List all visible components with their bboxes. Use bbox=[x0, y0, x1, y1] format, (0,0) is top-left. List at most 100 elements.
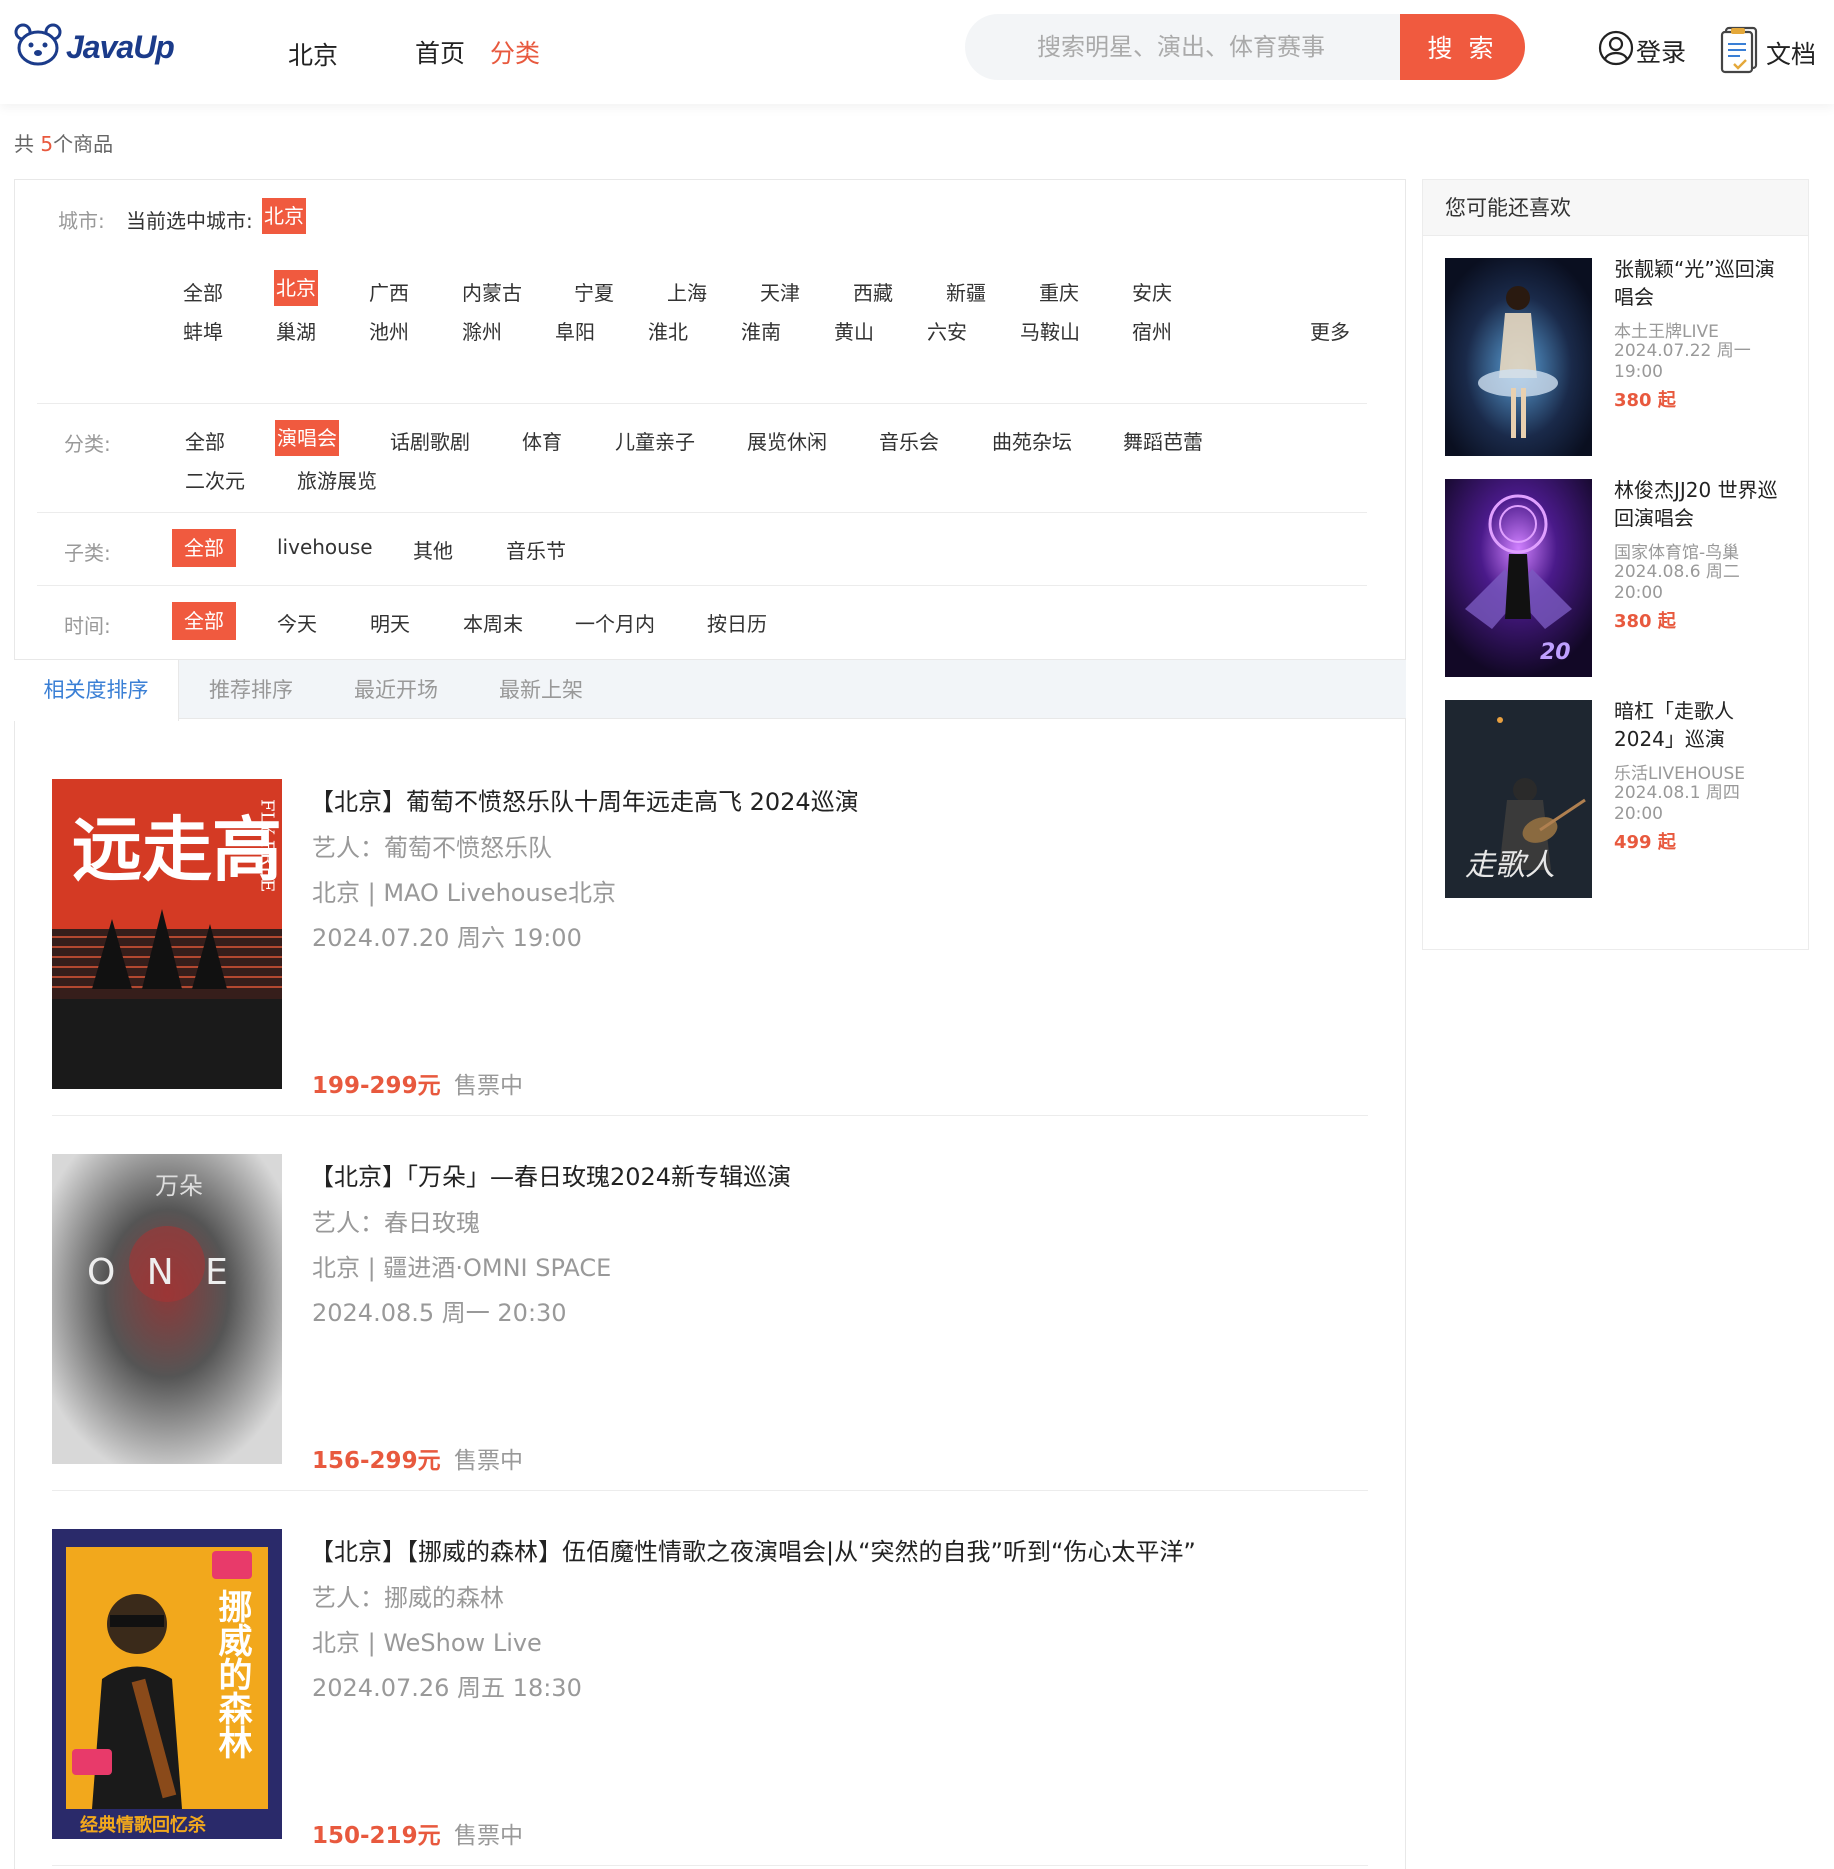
event-venue: 北京 | WeShow Live bbox=[312, 1629, 542, 1657]
poster-title: 挪威的森林 bbox=[212, 1589, 252, 1759]
subcategory-option[interactable]: 其他 bbox=[411, 535, 455, 564]
tab-recommended[interactable]: 推荐排序 bbox=[209, 660, 293, 720]
city-option[interactable]: 六安 bbox=[925, 316, 969, 345]
category-option[interactable]: 舞蹈芭蕾 bbox=[1121, 426, 1205, 455]
search-button[interactable]: 搜 索 bbox=[1400, 14, 1525, 80]
category-option[interactable]: 旅游展览 bbox=[295, 465, 379, 494]
event-date: 2024.08.5 周一 20:30 bbox=[312, 1299, 567, 1327]
poster-side-text: FLY FREE bbox=[257, 799, 278, 892]
tab-upcoming[interactable]: 最近开场 bbox=[354, 660, 438, 720]
city-option[interactable]: 滁州 bbox=[460, 316, 504, 345]
event-poster[interactable]: O N E 万朵 bbox=[52, 1154, 282, 1464]
login-label: 登录 bbox=[1636, 38, 1687, 67]
event-poster[interactable]: 远走高飞 FLY FREE bbox=[52, 779, 282, 1089]
city-option[interactable]: 池州 bbox=[367, 316, 411, 345]
document-icon bbox=[1720, 24, 1764, 82]
time-option-selected[interactable]: 全部 bbox=[172, 602, 236, 640]
event-title[interactable]: 【北京】葡萄不愤怒乐队十周年远走高飞 2024巡演 bbox=[310, 782, 859, 817]
rec-title[interactable]: 林俊杰JJ20 世界巡回演唱会 bbox=[1614, 476, 1794, 532]
event-poster[interactable]: 挪威的森林 经典情歌回忆杀 bbox=[52, 1529, 282, 1839]
city-option[interactable]: 巢湖 bbox=[274, 316, 318, 345]
subcategory-option[interactable]: 音乐节 bbox=[504, 535, 568, 564]
time-option[interactable]: 按日历 bbox=[705, 608, 769, 637]
category-option[interactable]: 二次元 bbox=[183, 465, 247, 494]
event-date: 2024.07.20 周六 19:00 bbox=[312, 924, 582, 952]
city-selector[interactable]: 北京 bbox=[288, 36, 338, 72]
event-venue: 北京 | 疆进酒·OMNI SPACE bbox=[312, 1254, 612, 1282]
recommendation-sidebar: 您可能还喜欢 张靓颖“光”巡回演唱会 本土王牌LIVE 2024.07.22 周… bbox=[1422, 179, 1809, 950]
city-option[interactable]: 阜阳 bbox=[553, 316, 597, 345]
nav-category-link[interactable]: 分类 bbox=[490, 34, 540, 70]
docs-label: 文档 bbox=[1766, 40, 1817, 69]
category-option[interactable]: 儿童亲子 bbox=[613, 426, 697, 455]
rec-poster[interactable] bbox=[1445, 258, 1592, 456]
filter-divider bbox=[37, 512, 1367, 513]
subcategory-option[interactable]: livehouse bbox=[275, 535, 375, 559]
time-option[interactable]: 本周末 bbox=[461, 608, 525, 637]
city-option[interactable]: 黄山 bbox=[832, 316, 876, 345]
item-divider bbox=[52, 1865, 1368, 1866]
bear-logo-icon bbox=[14, 22, 64, 72]
city-option[interactable]: 上海 bbox=[665, 277, 709, 306]
event-artist: 艺人：挪威的森林 bbox=[312, 1584, 504, 1612]
subcategory-filter-label: 子类: bbox=[64, 541, 111, 565]
rec-title[interactable]: 张靓颖“光”巡回演唱会 bbox=[1614, 255, 1794, 311]
category-filter-label: 分类: bbox=[64, 432, 111, 456]
category-option[interactable]: 话剧歌剧 bbox=[388, 426, 472, 455]
event-date: 2024.07.26 周五 18:30 bbox=[312, 1674, 582, 1702]
rec-date: 2024.07.22 周一 19:00 bbox=[1614, 341, 1751, 382]
category-option[interactable]: 曲苑杂坛 bbox=[990, 426, 1074, 455]
city-option[interactable]: 马鞍山 bbox=[1018, 316, 1082, 345]
city-option[interactable]: 广西 bbox=[367, 277, 411, 306]
city-option[interactable]: 重庆 bbox=[1037, 277, 1081, 306]
filter-divider bbox=[37, 585, 1367, 586]
login-link[interactable]: 登录 bbox=[1598, 30, 1686, 72]
event-status: 售票中 bbox=[454, 1823, 523, 1849]
event-title[interactable]: 【北京】「万朵」—春日玫瑰2024新专辑巡演 bbox=[310, 1157, 791, 1192]
top-header: JavaUp 北京 首页 分类 搜 索 登录 bbox=[0, 0, 1834, 104]
rec-title[interactable]: 暗杠「走歌人 2024」巡演 bbox=[1614, 697, 1794, 753]
city-option[interactable]: 安庆 bbox=[1130, 277, 1174, 306]
user-icon bbox=[1598, 30, 1634, 72]
subcategory-option-selected[interactable]: 全部 bbox=[172, 529, 236, 567]
city-option[interactable]: 宿州 bbox=[1130, 316, 1174, 345]
city-filter-label: 城市: bbox=[58, 209, 105, 233]
event-status: 售票中 bbox=[454, 1448, 523, 1474]
more-cities-link[interactable]: 更多 bbox=[1308, 316, 1352, 345]
category-option[interactable]: 全部 bbox=[183, 426, 227, 455]
city-option[interactable]: 内蒙古 bbox=[460, 277, 524, 306]
category-option[interactable]: 展览休闲 bbox=[745, 426, 829, 455]
category-option[interactable]: 音乐会 bbox=[877, 426, 941, 455]
city-option[interactable]: 西藏 bbox=[851, 277, 895, 306]
city-option-selected[interactable]: 北京 bbox=[274, 270, 318, 306]
city-option[interactable]: 天津 bbox=[758, 277, 802, 306]
rec-price: 380 起 bbox=[1614, 611, 1676, 632]
docs-link[interactable]: 文档 bbox=[1720, 24, 1816, 82]
item-divider bbox=[52, 1115, 1368, 1116]
tab-newest[interactable]: 最新上架 bbox=[499, 660, 583, 720]
time-option[interactable]: 明天 bbox=[368, 608, 412, 637]
site-logo[interactable]: JavaUp bbox=[14, 22, 175, 72]
city-option[interactable]: 淮北 bbox=[646, 316, 690, 345]
current-city-prefix: 当前选中城市: bbox=[126, 209, 253, 233]
city-option[interactable]: 全部 bbox=[181, 277, 225, 306]
city-option[interactable]: 蚌埠 bbox=[181, 316, 225, 345]
rec-poster[interactable]: 20 bbox=[1445, 479, 1592, 677]
city-option[interactable]: 新疆 bbox=[944, 277, 988, 306]
rec-venue: 国家体育馆-鸟巢 bbox=[1614, 543, 1740, 563]
search-input[interactable] bbox=[965, 14, 1365, 80]
time-option[interactable]: 今天 bbox=[275, 608, 319, 637]
poster-side-text: 经典情歌回忆杀 bbox=[80, 1814, 206, 1836]
time-option[interactable]: 一个月内 bbox=[573, 608, 657, 637]
category-option-selected[interactable]: 演唱会 bbox=[275, 420, 339, 456]
poster-side-text: 万朵 bbox=[155, 1172, 203, 1200]
event-price: 150-219元 bbox=[312, 1823, 441, 1849]
sort-tabs: 相关度排序 推荐排序 最近开场 最新上架 bbox=[14, 659, 1406, 721]
event-title[interactable]: 【北京】【挪威的森林】伍佰魔性情歌之夜演唱会|从“突然的自我”听到“伤心太平洋” bbox=[310, 1532, 1196, 1567]
rec-poster[interactable]: 走歌人 bbox=[1445, 700, 1592, 898]
city-option[interactable]: 淮南 bbox=[739, 316, 783, 345]
nav-home-link[interactable]: 首页 bbox=[415, 34, 465, 70]
city-option[interactable]: 宁夏 bbox=[572, 277, 616, 306]
category-option[interactable]: 体育 bbox=[520, 426, 564, 455]
tab-relevance[interactable]: 相关度排序 bbox=[14, 660, 179, 721]
